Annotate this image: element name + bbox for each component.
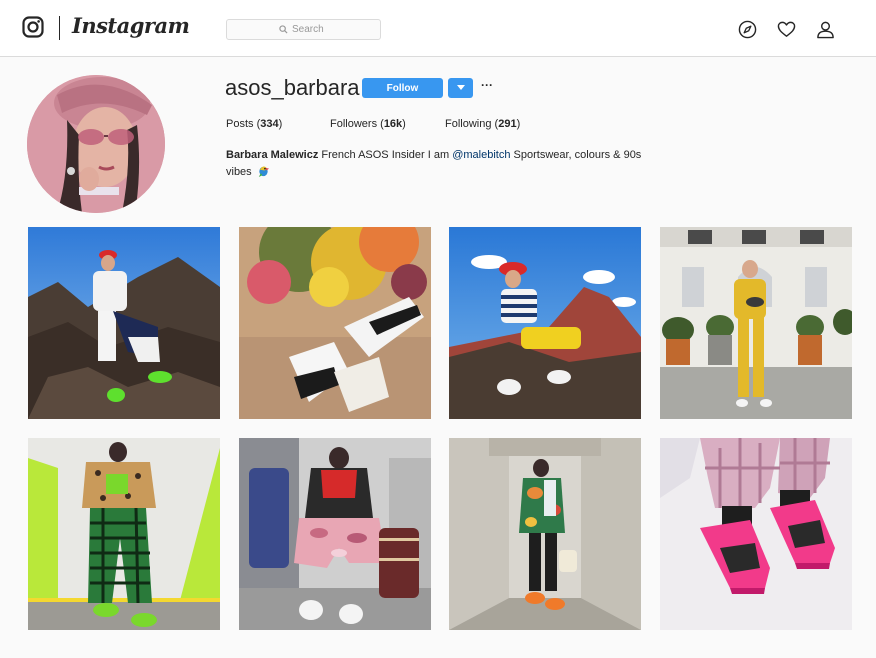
post-photo bbox=[28, 438, 220, 630]
stat-following-count: 291 bbox=[498, 118, 517, 130]
post-thumbnail[interactable] bbox=[660, 438, 852, 630]
bio-text-before: French ASOS Insider I am bbox=[318, 149, 453, 161]
posts-grid bbox=[0, 226, 876, 658]
post-thumbnail[interactable] bbox=[449, 438, 641, 630]
stat-following-label: Following bbox=[445, 118, 492, 130]
post-thumbnail[interactable] bbox=[28, 227, 220, 419]
bio-full-name: Barbara Malewicz bbox=[226, 149, 319, 161]
heart-icon[interactable] bbox=[777, 20, 796, 39]
post-photo bbox=[28, 227, 220, 419]
explore-compass-icon[interactable] bbox=[738, 20, 757, 39]
avatar-photo bbox=[27, 75, 165, 213]
follow-button[interactable]: Follow bbox=[362, 78, 443, 98]
instagram-wordmark[interactable]: Instagram bbox=[72, 13, 190, 38]
post-thumbnail[interactable] bbox=[449, 227, 641, 419]
stat-followers-label: Followers bbox=[330, 118, 378, 130]
camera-logo-icon[interactable] bbox=[22, 16, 44, 38]
post-photo bbox=[660, 227, 852, 419]
bio-mention-link[interactable]: @malebitch bbox=[452, 149, 510, 161]
search-icon bbox=[279, 25, 288, 34]
stat-followers-count: 16k bbox=[383, 118, 403, 130]
stat-posts[interactable]: Posts (334) bbox=[226, 118, 282, 130]
profile-header: asos_barbara Follow ··· Posts (334) Foll… bbox=[0, 58, 876, 226]
suggested-dropdown-button[interactable] bbox=[448, 78, 473, 98]
more-options-button[interactable]: ··· bbox=[481, 79, 493, 94]
instagram-profile-page: Instagram Search asos_barbara Follow ···… bbox=[0, 0, 876, 658]
stat-posts-label: Posts bbox=[226, 118, 254, 130]
profile-bio: Barbara Malewicz French ASOS Insider I a… bbox=[226, 147, 656, 181]
profile-icon[interactable] bbox=[816, 20, 835, 39]
post-thumbnail[interactable] bbox=[239, 438, 431, 630]
post-thumbnail[interactable] bbox=[660, 227, 852, 419]
stat-following[interactable]: Following (291) bbox=[445, 118, 520, 130]
post-thumbnail[interactable] bbox=[239, 227, 431, 419]
search-box[interactable] bbox=[226, 19, 381, 40]
post-photo bbox=[449, 227, 641, 419]
stat-followers[interactable]: Followers (16k) bbox=[330, 118, 406, 130]
post-thumbnail[interactable] bbox=[28, 438, 220, 630]
profile-username: asos_barbara bbox=[225, 75, 360, 100]
logo-divider bbox=[59, 16, 60, 40]
post-photo bbox=[449, 438, 641, 630]
top-navigation-bar: Instagram bbox=[0, 0, 876, 57]
caret-down-icon bbox=[456, 85, 465, 90]
post-photo bbox=[660, 438, 852, 630]
parrot-emoji-icon bbox=[258, 166, 269, 177]
search-input[interactable] bbox=[292, 24, 328, 35]
stat-posts-count: 334 bbox=[260, 118, 279, 130]
post-photo bbox=[239, 227, 431, 419]
profile-avatar[interactable] bbox=[27, 75, 165, 213]
post-photo bbox=[239, 438, 431, 630]
